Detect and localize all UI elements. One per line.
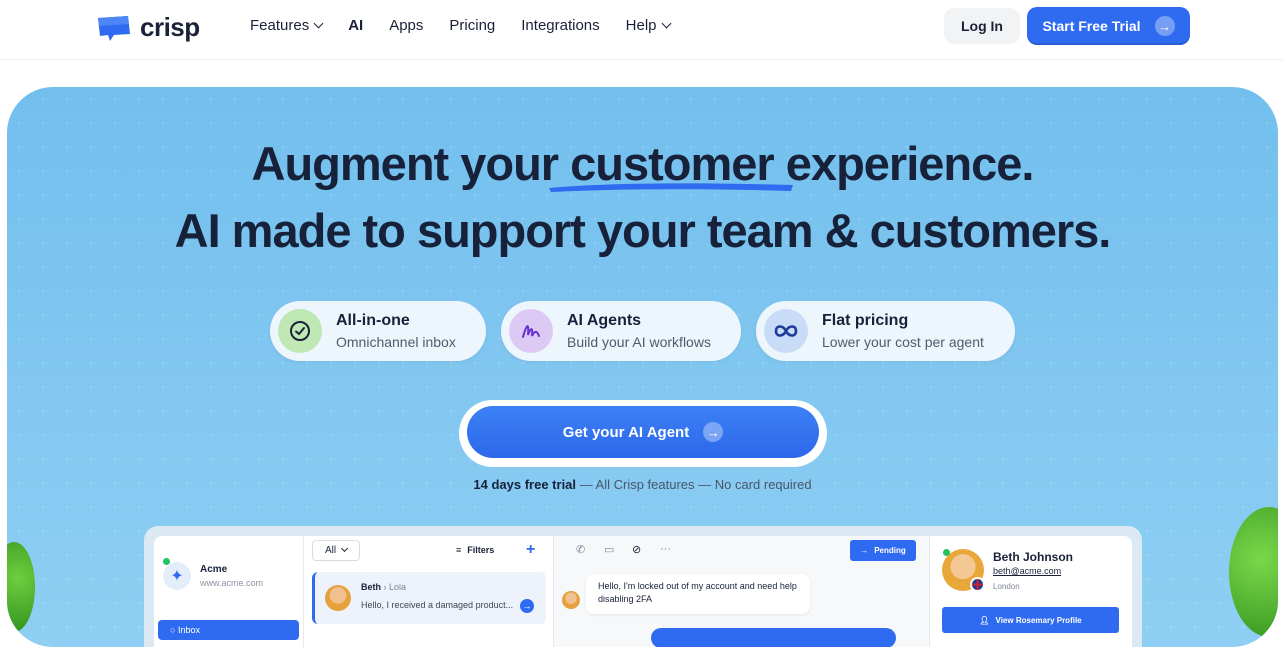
conversation-name: Beth (361, 582, 381, 592)
add-conversation-icon[interactable]: + (526, 541, 535, 559)
trial-note-rest: — All Crisp features — No card required (576, 477, 812, 492)
trial-note-bold: 14 days free trial (473, 477, 577, 492)
view-profile-label: View Rosemary Profile (995, 615, 1082, 625)
headline-part-2: experience. (773, 137, 1035, 190)
start-free-trial-label: Start Free Trial (1042, 18, 1141, 34)
more-options-icon[interactable]: ··· (660, 543, 671, 555)
nav-ai[interactable]: AI (348, 17, 363, 34)
chevron-down-icon (341, 544, 349, 553)
conversation-preview: Hello, I received a damaged product... (361, 600, 514, 610)
login-button[interactable]: Log In (944, 8, 1020, 44)
headline-line-2: AI made to support your team & customers… (174, 204, 1112, 257)
avatar (562, 591, 580, 609)
nav-apps[interactable]: Apps (389, 17, 423, 34)
arrow-right-icon[interactable]: → (520, 599, 534, 613)
workspace-url: www.acme.com (200, 578, 264, 588)
feature-pill-ai-agents[interactable]: AI Agents Build your AI workflows (501, 301, 741, 361)
trial-note: 14 days free trial — All Crisp features … (7, 477, 1278, 492)
workspace-name: Acme (200, 564, 228, 575)
nav-help-label: Help (625, 17, 657, 34)
check-circle-icon (278, 309, 322, 353)
nav-features-label: Features (250, 17, 310, 34)
cta-wrapper: Get your AI Agent → (459, 400, 827, 467)
brand-name: crisp (140, 12, 200, 42)
cta-label: Get your AI Agent (562, 423, 690, 441)
arrow-right-icon: → (703, 422, 724, 442)
feature-subtitle: Build your AI workflows (567, 334, 711, 350)
nav-integrations[interactable]: Integrations (521, 17, 599, 34)
filters-button[interactable]: ≡ Filters (456, 545, 494, 555)
crisp-logo[interactable]: crisp (96, 12, 200, 43)
start-free-trial-button[interactable]: Start Free Trial → (1027, 7, 1190, 45)
sparkle-icon: ✦ (163, 562, 191, 590)
profile-city: London (993, 582, 1020, 591)
phone-icon[interactable]: ✆ (576, 543, 585, 556)
workspace-sidebar: ✦ Acme www.acme.com ○ Inbox (154, 536, 304, 647)
chevron-down-icon (313, 18, 324, 29)
filter-lines-icon: ≡ (456, 545, 462, 555)
nav-integrations-label: Integrations (521, 17, 600, 34)
conversation-assignee: Lola (389, 582, 407, 592)
chevron-down-icon (661, 18, 671, 29)
feature-subtitle: Lower your cost per agent (822, 334, 984, 350)
squiggle-icon (509, 309, 553, 353)
profile-email[interactable]: beth@acme.com (993, 566, 1061, 576)
view-profile-button[interactable]: 👤︎ View Rosemary Profile (942, 607, 1119, 633)
arrow-right-icon: → (860, 546, 869, 555)
profile-panel: Beth Johnson beth@acme.com London 👤︎ Vie… (930, 536, 1132, 647)
nav-pricing-label: Pricing (449, 17, 496, 34)
top-navigation: crisp Features AI Apps Pricing Integrati… (0, 0, 1283, 60)
nav-links: Features AI Apps Pricing Integrations He… (250, 17, 671, 34)
video-icon[interactable]: ▭ (604, 543, 614, 556)
online-status-dot (163, 558, 170, 565)
chat-bubble-logo-icon (98, 15, 130, 41)
filter-all-select[interactable]: All (312, 540, 360, 561)
infinity-icon (764, 309, 808, 353)
feature-pill-flat-pricing[interactable]: Flat pricing Lower your cost per agent (756, 301, 1015, 361)
filters-label: Filters (467, 545, 495, 555)
block-icon[interactable]: ⊘ (632, 543, 641, 556)
hero-section: Augment your customer experience. AI mad… (7, 87, 1278, 647)
app-preview-inner: ✦ Acme www.acme.com ○ Inbox All ≡ Filter… (154, 536, 1132, 647)
nav-pricing[interactable]: Pricing (449, 17, 495, 34)
conversation-header: Beth › Lola (361, 582, 406, 592)
inbox-nav-item[interactable]: ○ Inbox (158, 620, 299, 640)
pending-button[interactable]: → Pending (850, 540, 916, 561)
user-icon: 👤︎ (979, 615, 990, 625)
feature-subtitle: Omnichannel inbox (336, 334, 456, 350)
app-preview-window: ✦ Acme www.acme.com ○ Inbox All ≡ Filter… (144, 526, 1142, 647)
inbox-label: Inbox (177, 625, 200, 635)
avatar (325, 585, 351, 611)
feature-title: AI Agents (567, 312, 642, 329)
profile-name: Beth Johnson (993, 550, 1073, 564)
feature-pill-all-in-one[interactable]: All-in-one Omnichannel inbox (270, 301, 486, 361)
nav-help[interactable]: Help (625, 17, 671, 34)
nav-features[interactable]: Features (250, 17, 324, 34)
uk-flag-icon (970, 577, 985, 592)
online-status-dot (943, 549, 950, 556)
filter-all-label: All (324, 545, 337, 556)
pending-label: Pending (874, 546, 906, 555)
nav-ai-label: AI (348, 17, 364, 34)
message-bubble: Hello, I'm locked out of my account and … (586, 574, 810, 614)
headline-line-1: Augment your customer experience. (7, 136, 1278, 191)
nav-apps-label: Apps (389, 17, 424, 34)
headline-part-1: Augment your (251, 137, 571, 190)
chat-panel: ✆ ▭ ⊘ ··· → Pending Hello, I'm locked ou… (554, 536, 930, 647)
conversation-item[interactable]: Beth › Lola Hello, I received a damaged … (312, 572, 546, 624)
reply-bubble (651, 628, 896, 647)
headline-highlight: customer (570, 137, 775, 190)
feature-title: All-in-one (336, 312, 410, 329)
conversation-list: All ≡ Filters + Beth › Lola Hello, I rec… (304, 536, 554, 647)
get-ai-agent-button[interactable]: Get your AI Agent → (467, 406, 819, 458)
feature-title: Flat pricing (822, 312, 909, 329)
arrow-right-icon: → (1154, 16, 1175, 36)
